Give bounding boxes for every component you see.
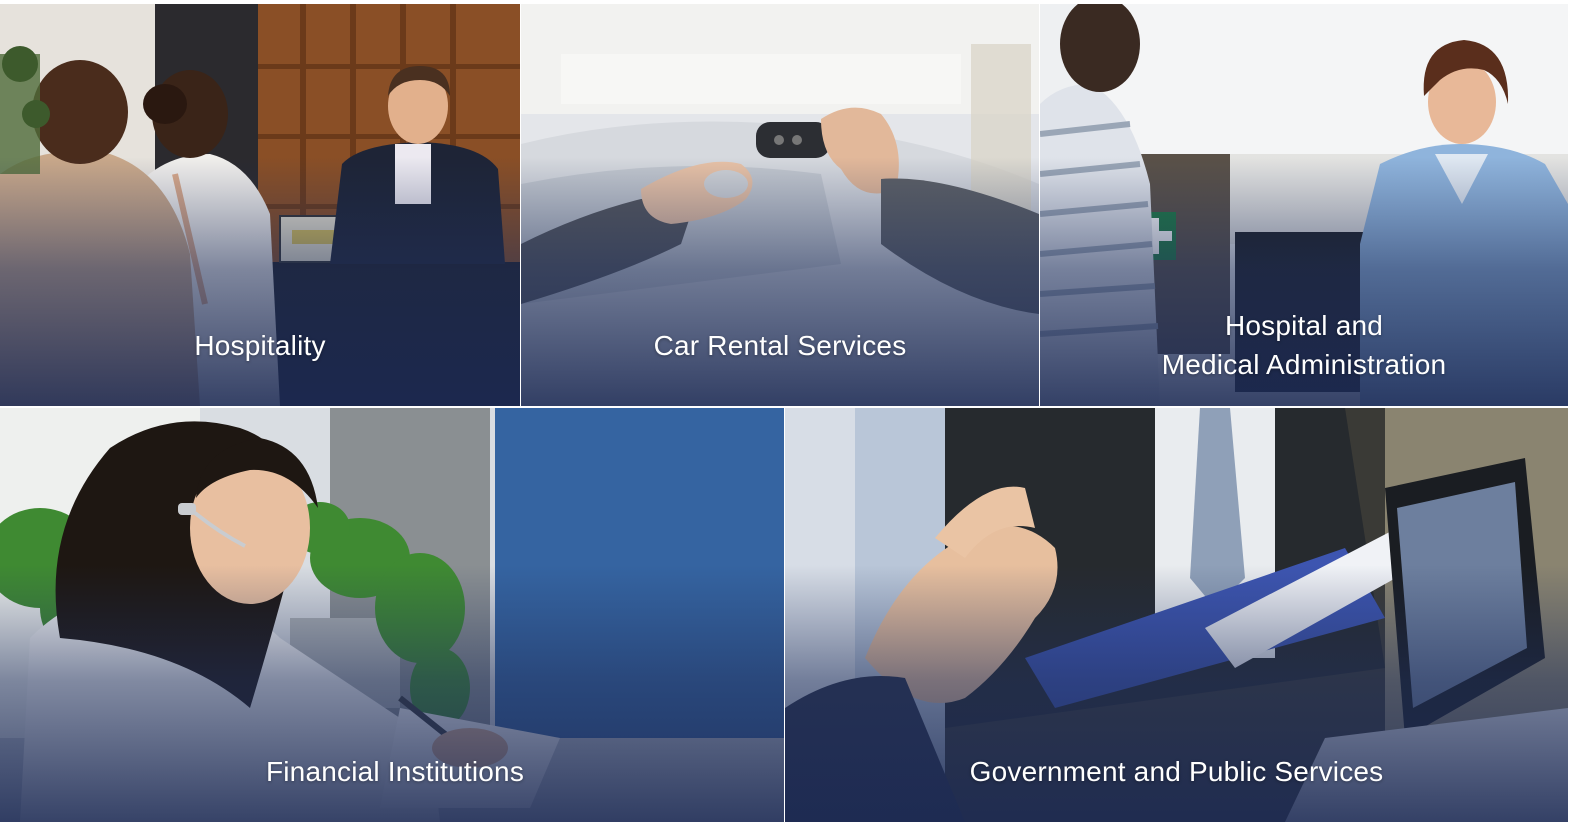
tile-hospital-medical[interactable]: Hospital and Medical Administration — [1040, 4, 1568, 406]
tile-financial[interactable]: Financial Institutions — [0, 408, 784, 822]
label-gradient — [0, 156, 520, 406]
tile-label: Hospital and Medical Administration — [1040, 306, 1568, 384]
label-gradient — [521, 156, 1039, 406]
tile-label: Hospitality — [0, 326, 520, 365]
tile-car-rental[interactable]: Car Rental Services — [521, 4, 1039, 406]
tile-label-line: Car Rental Services — [653, 330, 907, 361]
tile-label: Car Rental Services — [521, 326, 1039, 365]
tile-government[interactable]: Government and Public Services — [785, 408, 1568, 822]
tile-label-line: Hospital and — [1224, 310, 1384, 341]
tile-label-line: Financial Institutions — [265, 756, 525, 787]
tile-label-line: Government and Public Services — [969, 756, 1384, 787]
industry-grid: Hospitality Car Rental Services Hospital… — [0, 4, 1568, 822]
tile-hospitality[interactable]: Hospitality — [0, 4, 520, 406]
tile-label-line: Medical Administration — [1161, 349, 1447, 380]
tile-label: Government and Public Services — [785, 752, 1568, 791]
tile-label: Financial Institutions — [0, 752, 784, 791]
tile-label-line: Hospitality — [194, 330, 326, 361]
